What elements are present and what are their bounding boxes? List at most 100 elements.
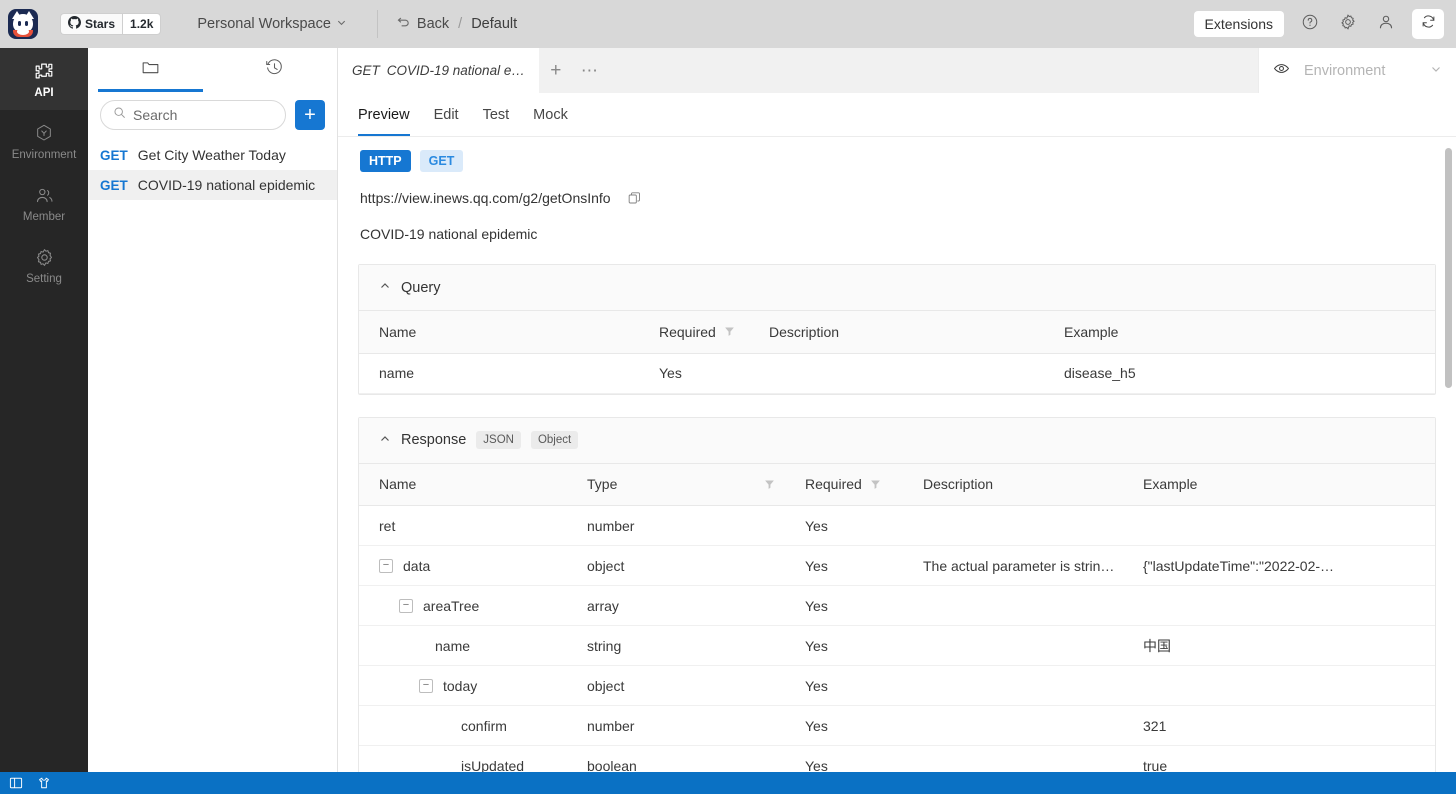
- sidebar-search-row: +: [88, 92, 337, 140]
- back-label: Back: [416, 16, 450, 32]
- list-item-api-covid[interactable]: GET COVID-19 national epidemic: [88, 170, 337, 200]
- environment-selector[interactable]: Environment: [1258, 48, 1456, 93]
- collapse-toggle[interactable]: −: [379, 558, 393, 573]
- tab-edit[interactable]: Edit: [434, 107, 459, 136]
- workspace-label: Personal Workspace: [197, 16, 331, 32]
- list-item-api-weather[interactable]: GET Get City Weather Today: [88, 140, 337, 170]
- cell-type: string: [587, 625, 805, 666]
- filter-icon[interactable]: [870, 479, 881, 490]
- search-input[interactable]: [133, 107, 273, 123]
- sidebar-tab-collection[interactable]: [88, 48, 213, 92]
- add-api-button[interactable]: +: [295, 100, 325, 130]
- gear-icon: [1339, 13, 1357, 36]
- response-section-header[interactable]: Response JSON Object: [359, 417, 1435, 464]
- chevron-down-icon[interactable]: [1430, 62, 1442, 80]
- cell-type: object: [587, 545, 805, 586]
- cell-description: [923, 625, 1143, 666]
- cell-required: Yes: [805, 665, 923, 706]
- table-row[interactable]: − today object Yes: [359, 665, 1435, 706]
- method-badge: GET: [100, 147, 128, 163]
- cell-name: ret: [359, 505, 587, 546]
- cell-required: Yes: [805, 505, 923, 546]
- collapse-toggle[interactable]: −: [419, 678, 433, 693]
- folder-icon: [141, 58, 160, 82]
- cell-description: [923, 505, 1143, 546]
- protocol-badge: HTTP: [360, 150, 411, 172]
- rail-item-api[interactable]: API: [0, 48, 88, 110]
- table-row[interactable]: − areaTree array Yes: [359, 585, 1435, 626]
- name-label: data: [403, 557, 431, 574]
- theme-shirt-icon[interactable]: [37, 776, 51, 790]
- query-section: Query Name Required Description Example …: [358, 264, 1436, 395]
- cell-required: Yes: [805, 545, 923, 586]
- top-bar-actions: Extensions: [1193, 9, 1456, 39]
- col-description: Description: [769, 311, 1064, 354]
- cell-example: [1143, 585, 1435, 626]
- tab-preview[interactable]: Preview: [358, 107, 410, 136]
- rail-item-setting[interactable]: Setting: [0, 234, 88, 296]
- table-row[interactable]: name string Yes 中国: [359, 625, 1435, 666]
- table-row[interactable]: − data object Yes The actual parameter i…: [359, 545, 1435, 586]
- github-stars-left[interactable]: Stars: [60, 13, 123, 35]
- api-name: Get City Weather Today: [137, 147, 286, 163]
- search-icon: [113, 106, 126, 124]
- col-description: Description: [923, 463, 1143, 506]
- table-row[interactable]: isUpdated boolean Yes true: [359, 745, 1435, 772]
- name-label: ret: [379, 517, 396, 534]
- table-row[interactable]: name Yes disease_h5: [359, 353, 1435, 394]
- table-row[interactable]: ret number Yes: [359, 505, 1435, 546]
- tab-overflow-button[interactable]: ⋯: [573, 48, 607, 93]
- back-button[interactable]: Back: [396, 15, 449, 34]
- sidebar-toggle-icon[interactable]: [9, 776, 23, 790]
- sidebar-tabs: [88, 48, 337, 92]
- github-stars-label: Stars: [85, 17, 116, 31]
- cell-required: Yes: [805, 585, 923, 626]
- rail-item-environment[interactable]: Environment: [0, 110, 88, 172]
- request-tab-covid[interactable]: GET COVID-19 national e…: [338, 48, 539, 93]
- cell-example: true: [1143, 745, 1435, 772]
- collapse-toggle[interactable]: −: [399, 598, 413, 613]
- protocol-badges: HTTP GET: [358, 137, 1436, 172]
- copy-icon[interactable]: [627, 191, 642, 206]
- rail-item-member[interactable]: Member: [0, 172, 88, 234]
- cell-type: object: [587, 665, 805, 706]
- refresh-button[interactable]: [1412, 9, 1444, 39]
- settings-button[interactable]: [1336, 12, 1360, 36]
- vertical-scrollbar[interactable]: [1445, 148, 1452, 388]
- github-stars-count[interactable]: 1.2k: [122, 13, 162, 35]
- preview-content: HTTP GET https://view.inews.qq.com/g2/ge…: [338, 137, 1456, 772]
- filter-icon[interactable]: [724, 326, 735, 337]
- search-box[interactable]: [100, 100, 286, 130]
- table-header-row: Name Type Required Description Example: [359, 463, 1435, 506]
- tab-mock[interactable]: Mock: [533, 107, 568, 136]
- col-name: Name: [359, 311, 659, 354]
- eye-icon[interactable]: [1273, 60, 1290, 82]
- chevron-up-icon[interactable]: [379, 280, 391, 295]
- app-logo-icon: [8, 9, 38, 39]
- chevron-up-icon[interactable]: [379, 433, 391, 448]
- tab-test[interactable]: Test: [483, 107, 510, 136]
- name-label: name: [435, 637, 471, 654]
- api-description: COVID-19 national epidemic: [360, 226, 538, 242]
- github-stars-badge[interactable]: Stars 1.2k: [60, 13, 162, 35]
- workspace-selector[interactable]: Personal Workspace: [197, 16, 347, 32]
- account-button[interactable]: [1374, 12, 1398, 36]
- cell-example: disease_h5: [1064, 353, 1435, 394]
- breadcrumb-default[interactable]: Default: [471, 16, 517, 32]
- table-row[interactable]: confirm number Yes 321: [359, 705, 1435, 746]
- member-icon: [34, 183, 55, 207]
- filter-icon[interactable]: [764, 479, 775, 490]
- query-table: Name Required Description Example name Y…: [359, 311, 1435, 394]
- sidebar-tab-history[interactable]: [213, 48, 338, 92]
- response-format-chip[interactable]: JSON: [476, 431, 521, 449]
- api-plus-icon: [33, 59, 55, 83]
- query-section-title: Query: [401, 279, 441, 296]
- left-nav-rail: API Environment Member Setting: [0, 48, 88, 772]
- new-tab-button[interactable]: +: [539, 48, 573, 93]
- cell-description: [923, 585, 1143, 626]
- response-type-chip[interactable]: Object: [530, 431, 579, 449]
- col-example: Example: [1143, 463, 1435, 506]
- query-section-header[interactable]: Query: [359, 265, 1435, 311]
- extensions-button[interactable]: Extensions: [1193, 11, 1284, 37]
- help-button[interactable]: [1298, 12, 1322, 36]
